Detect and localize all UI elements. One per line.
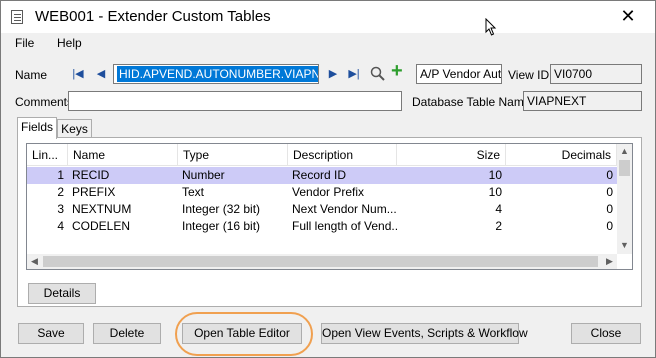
table-row[interactable]: 3 NEXTNUM Integer (32 bit) Next Vendor N…	[27, 201, 617, 218]
cell-line: 4	[57, 219, 64, 233]
db-table-label: Database Table Name	[412, 95, 531, 109]
col-header-line[interactable]: Lin...	[27, 144, 68, 166]
cell-decimals: 0	[606, 168, 613, 182]
nav-next-icon[interactable]: ▶	[326, 66, 340, 82]
cell-description: Vendor Prefix	[292, 185, 365, 199]
view-description-field[interactable]: A/P Vendor Auto	[416, 64, 502, 84]
vertical-scroll-thumb[interactable]	[619, 160, 630, 176]
close-button[interactable]: Close	[571, 323, 641, 344]
cell-decimals: 0	[606, 185, 613, 199]
table-row[interactable]: 4 CODELEN Integer (16 bit) Full length o…	[27, 218, 617, 235]
col-header-decimals[interactable]: Decimals	[506, 144, 617, 166]
cell-name: CODELEN	[72, 219, 131, 233]
title-bar: WEB001 - Extender Custom Tables ✕	[1, 1, 655, 36]
window-title: WEB001 - Extender Custom Tables	[35, 8, 271, 25]
comments-field[interactable]	[68, 91, 402, 111]
cell-name: PREFIX	[72, 185, 116, 199]
scroll-left-icon[interactable]: ◀	[27, 256, 42, 267]
tab-fields[interactable]: Fields	[17, 117, 57, 139]
comments-label: Comments	[15, 95, 74, 109]
menu-file[interactable]: File	[15, 36, 34, 50]
cell-size: 2	[495, 219, 502, 233]
col-header-name[interactable]: Name	[68, 144, 178, 166]
scroll-down-icon[interactable]: ▼	[617, 240, 632, 250]
col-header-description[interactable]: Description	[288, 144, 397, 166]
cell-name: RECID	[72, 168, 110, 182]
details-button[interactable]: Details	[28, 283, 96, 304]
cell-line: 2	[57, 185, 64, 199]
cell-decimals: 0	[606, 219, 613, 233]
cell-decimals: 0	[606, 202, 613, 216]
scroll-up-icon[interactable]: ▲	[617, 146, 632, 156]
close-window-icon[interactable]: ✕	[613, 5, 643, 27]
cell-size: 10	[488, 168, 502, 182]
cell-description: Full length of Vend...	[292, 219, 397, 233]
view-id-label: View ID	[508, 68, 550, 82]
app-icon	[11, 10, 23, 24]
delete-button[interactable]: Delete	[93, 323, 161, 344]
fields-grid[interactable]: Lin... Name Type Description Size Decima…	[26, 143, 633, 270]
open-view-events-button[interactable]: Open View Events, Scripts & Workflow	[321, 323, 528, 344]
nav-first-icon[interactable]: |◀	[71, 66, 85, 82]
horizontal-scroll-thumb[interactable]	[43, 256, 598, 267]
cell-type: Number	[182, 168, 225, 182]
cell-line: 3	[57, 202, 64, 216]
cell-type: Integer (32 bit)	[182, 202, 261, 216]
cell-line: 1	[57, 168, 64, 182]
name-field-value: HID.APVEND.AUTONUMBER.VIAPNEXT	[117, 66, 318, 82]
menu-help[interactable]: Help	[57, 36, 82, 50]
tab-keys[interactable]: Keys	[57, 119, 92, 139]
nav-last-icon[interactable]: ▶|	[347, 66, 361, 82]
cell-description: Next Vendor Num...	[292, 202, 397, 216]
cell-description: Record ID	[292, 168, 347, 182]
annotation-highlight-ring	[175, 312, 313, 356]
view-id-field: VI0700	[550, 64, 642, 84]
table-row[interactable]: 2 PREFIX Text Vendor Prefix 10 0	[27, 184, 617, 201]
db-table-field: VIAPNEXT	[523, 91, 642, 111]
zoom-finder-icon[interactable]	[370, 66, 385, 81]
menu-bar: File Help	[1, 34, 655, 52]
cell-size: 4	[495, 202, 502, 216]
table-row[interactable]: 1 RECID Number Record ID 10 0	[27, 167, 617, 184]
scroll-right-icon[interactable]: ▶	[602, 256, 617, 267]
main-window: WEB001 - Extender Custom Tables ✕ File H…	[0, 0, 656, 358]
nav-prev-icon[interactable]: ◀	[94, 66, 108, 82]
name-label: Name	[15, 68, 48, 82]
col-header-size[interactable]: Size	[397, 144, 506, 166]
name-field[interactable]: HID.APVEND.AUTONUMBER.VIAPNEXT	[113, 64, 319, 84]
cell-size: 10	[488, 185, 502, 199]
cell-name: NEXTNUM	[72, 202, 132, 216]
save-button[interactable]: Save	[18, 323, 84, 344]
cell-type: Integer (16 bit)	[182, 219, 261, 233]
cell-type: Text	[182, 185, 205, 199]
vertical-scrollbar[interactable]: ▲ ▼	[617, 144, 632, 254]
horizontal-scrollbar[interactable]: ◀ ▶	[27, 254, 617, 269]
col-header-type[interactable]: Type	[178, 144, 288, 166]
new-plus-icon[interactable]: +	[391, 61, 403, 81]
grid-header: Lin... Name Type Description Size Decima…	[27, 144, 617, 166]
